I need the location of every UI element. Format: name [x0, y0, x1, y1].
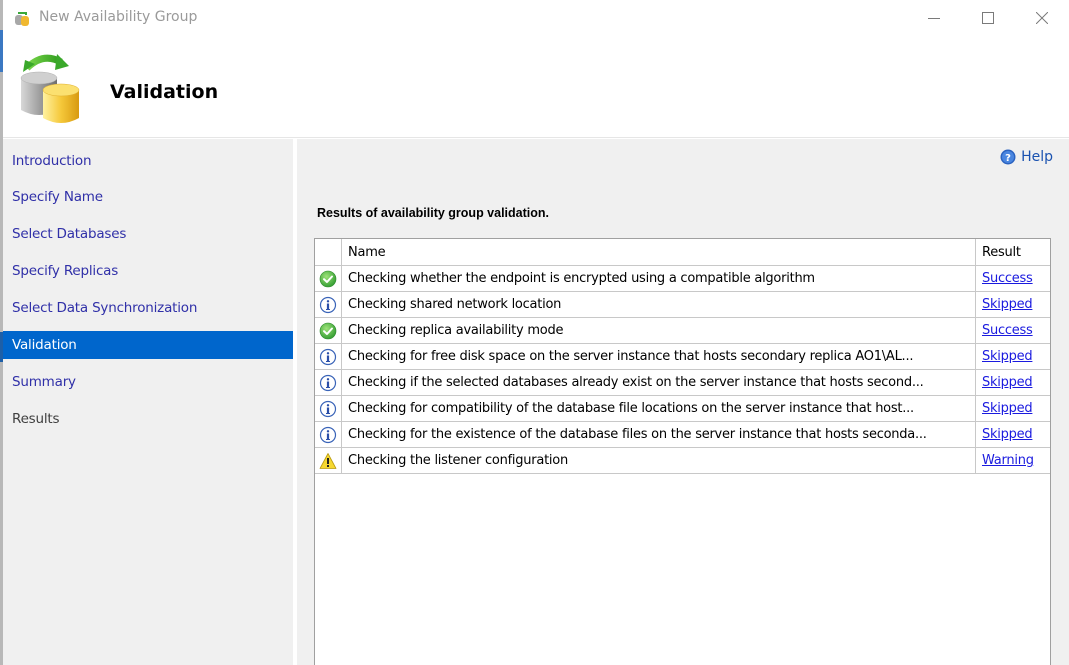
nav-item-select-databases[interactable]: Select Databases: [3, 220, 293, 248]
result-link[interactable]: Skipped: [982, 349, 1033, 364]
check-name: Checking for compatibility of the databa…: [342, 396, 976, 421]
result-cell: Success: [976, 318, 1050, 343]
result-cell: Skipped: [976, 292, 1050, 317]
result-link[interactable]: Skipped: [982, 427, 1033, 442]
nav-item-specify-replicas[interactable]: Specify Replicas: [3, 257, 293, 285]
app-icon: [15, 12, 29, 26]
table-row[interactable]: Checking replica availability mode Succes…: [315, 318, 1050, 344]
status-cell: [315, 266, 342, 291]
maximize-icon: [982, 12, 994, 24]
nav-item-results: Results: [12, 411, 60, 427]
check-name: Checking whether the endpoint is encrypt…: [342, 266, 976, 291]
svg-text:?: ?: [1005, 153, 1011, 164]
validation-results-table: Name Result Checking whether the endpoin…: [314, 238, 1051, 665]
section-label: Results of availability group validation…: [317, 206, 549, 220]
status-cell: [315, 422, 342, 447]
info-icon: [319, 374, 337, 391]
result-cell: Skipped: [976, 370, 1050, 395]
status-cell: [315, 396, 342, 421]
minimize-icon: [928, 18, 940, 19]
result-cell: Skipped: [976, 344, 1050, 369]
check-name: Checking for the existence of the databa…: [342, 422, 976, 447]
check-name: Checking for free disk space on the serv…: [342, 344, 976, 369]
check-name: Checking if the selected databases alrea…: [342, 370, 976, 395]
table-row[interactable]: Checking shared network location Skipped: [315, 292, 1050, 318]
column-header-status: [315, 239, 342, 265]
table-header-row: Name Result: [315, 239, 1050, 266]
result-cell: Warning: [976, 448, 1050, 473]
status-cell: [315, 370, 342, 395]
maximize-button[interactable]: [965, 0, 1011, 36]
info-icon: [319, 296, 337, 313]
nav-item-validation[interactable]: Validation: [3, 331, 293, 359]
database-sync-icon: [20, 54, 80, 123]
wizard-navigation: Introduction Specify Name Select Databas…: [3, 139, 293, 665]
check-name: Checking shared network location: [342, 292, 976, 317]
result-link[interactable]: Success: [982, 323, 1033, 338]
column-header-name[interactable]: Name: [342, 239, 976, 265]
result-cell: Skipped: [976, 422, 1050, 447]
table-row[interactable]: Checking the listener configuration Warni…: [315, 448, 1050, 474]
nav-item-introduction[interactable]: Introduction: [3, 147, 293, 175]
result-link[interactable]: Skipped: [982, 401, 1033, 416]
help-label: Help: [1021, 149, 1053, 165]
title-bar: New Availability Group: [3, 0, 1069, 36]
column-header-result[interactable]: Result: [976, 239, 1050, 265]
page-title: Validation: [110, 81, 219, 103]
success-icon: [319, 322, 337, 339]
nav-item-summary[interactable]: Summary: [3, 368, 293, 396]
result-link[interactable]: Skipped: [982, 297, 1033, 312]
status-cell: [315, 448, 342, 473]
table-row[interactable]: Checking whether the endpoint is encrypt…: [315, 266, 1050, 292]
warning-icon: [319, 452, 337, 469]
main-panel: ? Help Results of availability group val…: [297, 139, 1069, 665]
info-icon: [319, 426, 337, 443]
nav-item-select-data-synchronization[interactable]: Select Data Synchronization: [3, 294, 293, 322]
status-cell: [315, 318, 342, 343]
window-title: New Availability Group: [39, 9, 198, 25]
table-row[interactable]: Checking for compatibility of the databa…: [315, 396, 1050, 422]
minimize-button[interactable]: [911, 0, 957, 36]
table-row[interactable]: Checking for free disk space on the serv…: [315, 344, 1050, 370]
table-row[interactable]: Checking for the existence of the databa…: [315, 422, 1050, 448]
status-cell: [315, 344, 342, 369]
close-icon: [1036, 12, 1048, 24]
result-link[interactable]: Warning: [982, 453, 1034, 468]
page-header: Validation: [3, 36, 1069, 138]
nav-item-specify-name[interactable]: Specify Name: [3, 183, 293, 211]
result-link[interactable]: Success: [982, 271, 1033, 286]
result-link[interactable]: Skipped: [982, 375, 1033, 390]
check-name: Checking the listener configuration: [342, 448, 976, 473]
table-row[interactable]: Checking if the selected databases alrea…: [315, 370, 1050, 396]
result-cell: Success: [976, 266, 1050, 291]
info-icon: [319, 348, 337, 365]
check-name: Checking replica availability mode: [342, 318, 976, 343]
status-cell: [315, 292, 342, 317]
success-icon: [319, 270, 337, 287]
help-link[interactable]: ? Help: [1000, 149, 1053, 165]
help-icon: ?: [1000, 149, 1016, 165]
info-icon: [319, 400, 337, 417]
close-button[interactable]: [1019, 0, 1065, 36]
result-cell: Skipped: [976, 396, 1050, 421]
